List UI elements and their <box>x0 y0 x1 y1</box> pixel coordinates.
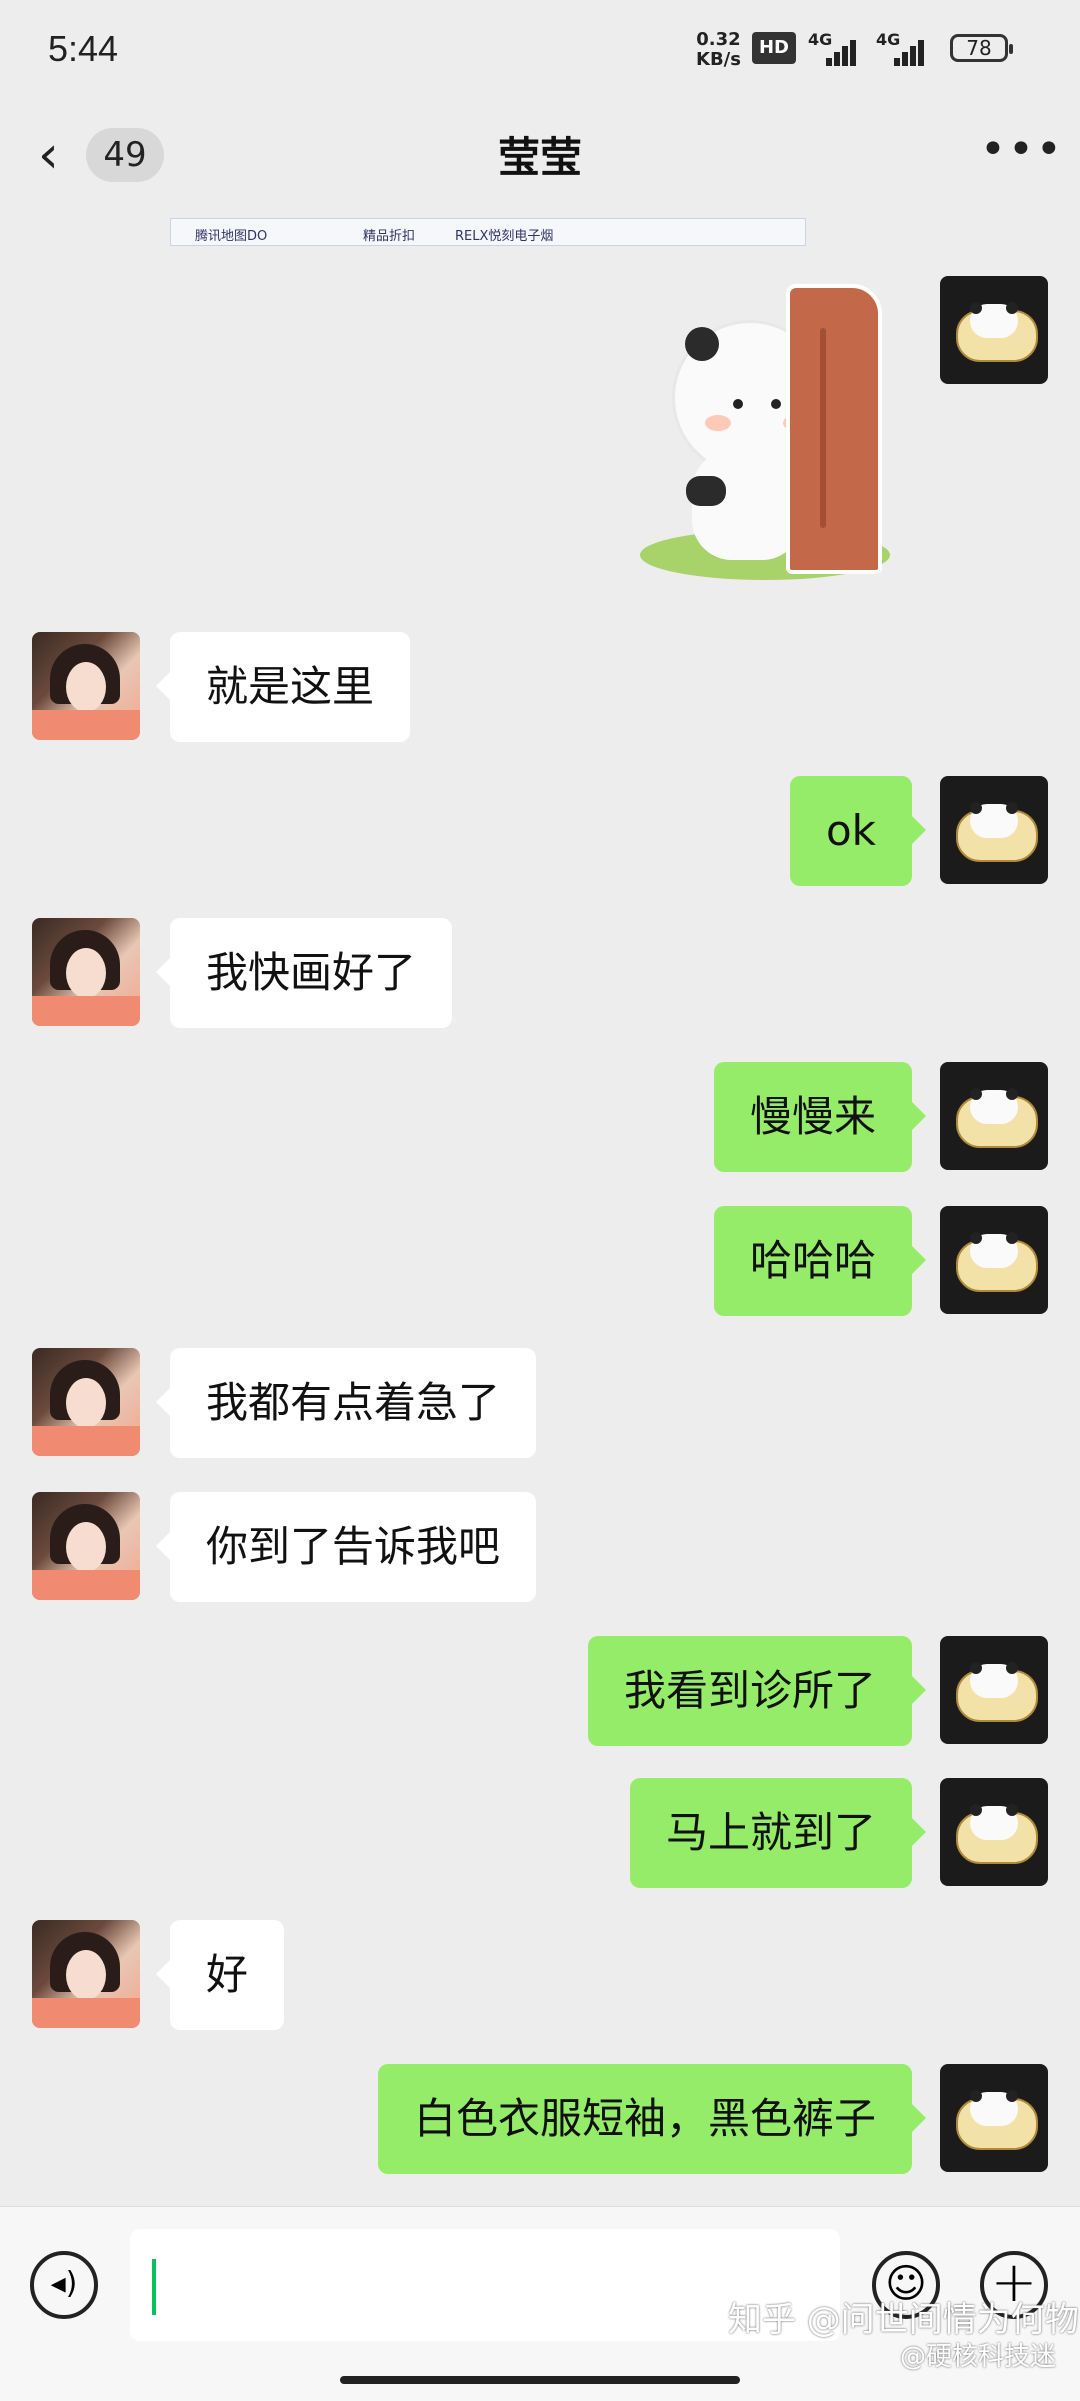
message-bubble-incoming[interactable]: 就是这里 <box>155 632 411 742</box>
contact-avatar[interactable] <box>32 632 140 740</box>
panda-sticker[interactable] <box>636 280 906 590</box>
contact-avatar[interactable] <box>32 1492 140 1600</box>
my-avatar[interactable] <box>940 1206 1048 1314</box>
watermark-zhihu: 知乎 @问世间情为何物 <box>728 2300 1079 2340</box>
message-bubble-outgoing[interactable]: 马上就到了 <box>629 1778 927 1888</box>
my-avatar[interactable] <box>940 1778 1048 1886</box>
map-label: 精品折扣 <box>363 229 416 244</box>
watermark-weibo: @硬核科技迷 <box>900 2342 1057 2372</box>
text-caret <box>152 2259 156 2315</box>
contact-avatar[interactable] <box>32 1348 140 1456</box>
map-preview-strip[interactable]: 腾讯地图DO 精品折扣 RELX悦刻电子烟 <box>170 218 806 246</box>
net-speed-value: 0.32 <box>696 29 741 50</box>
my-avatar[interactable] <box>940 1636 1048 1744</box>
sticker-panda-arm <box>686 476 726 506</box>
message-bubble-outgoing[interactable]: ok <box>789 776 927 886</box>
my-avatar[interactable] <box>940 1062 1048 1170</box>
message-bubble-outgoing[interactable]: 我看到诊所了 <box>587 1636 927 1746</box>
contact-avatar[interactable] <box>32 1920 140 2028</box>
status-time: 5:44 <box>48 28 119 69</box>
chat-title: 莹莹 <box>497 133 582 182</box>
message-bubble-outgoing[interactable]: 哈哈哈 <box>713 1206 927 1316</box>
network-speed: 0.32 KB/s <box>696 30 741 70</box>
net-speed-unit: KB/s <box>696 49 741 70</box>
my-avatar[interactable] <box>940 276 1048 384</box>
battery-icon: 78 <box>950 34 1013 62</box>
signal-bars-2-icon <box>892 36 932 66</box>
hd-badge: HD <box>752 32 796 64</box>
signal-bars-1-icon <box>824 36 864 66</box>
message-bubble-incoming[interactable]: 我快画好了 <box>155 918 453 1028</box>
contact-avatar[interactable] <box>32 918 140 1026</box>
my-avatar[interactable] <box>940 2064 1048 2172</box>
message-bubble-incoming[interactable]: 我都有点着急了 <box>155 1348 537 1458</box>
more-dots-icon[interactable]: ••• <box>980 124 1064 175</box>
my-avatar[interactable] <box>940 776 1048 884</box>
message-bubble-outgoing[interactable]: 慢慢来 <box>713 1062 927 1172</box>
message-bubble-incoming[interactable]: 好 <box>155 1920 285 2030</box>
home-indicator[interactable] <box>340 2376 740 2384</box>
sticker-tree <box>786 284 882 574</box>
map-label: RELX悦刻电子烟 <box>455 229 554 244</box>
voice-icon[interactable]: ◂) <box>30 2251 98 2319</box>
message-bubble-incoming[interactable]: 你到了告诉我吧 <box>155 1492 537 1602</box>
message-bubble-outgoing[interactable]: 白色衣服短袖，黑色裤子 <box>377 2064 927 2174</box>
status-bar: 5:44 0.32 KB/s HD 4G 4G 78 <box>0 0 1080 100</box>
map-label: 腾讯地图DO <box>195 229 268 244</box>
